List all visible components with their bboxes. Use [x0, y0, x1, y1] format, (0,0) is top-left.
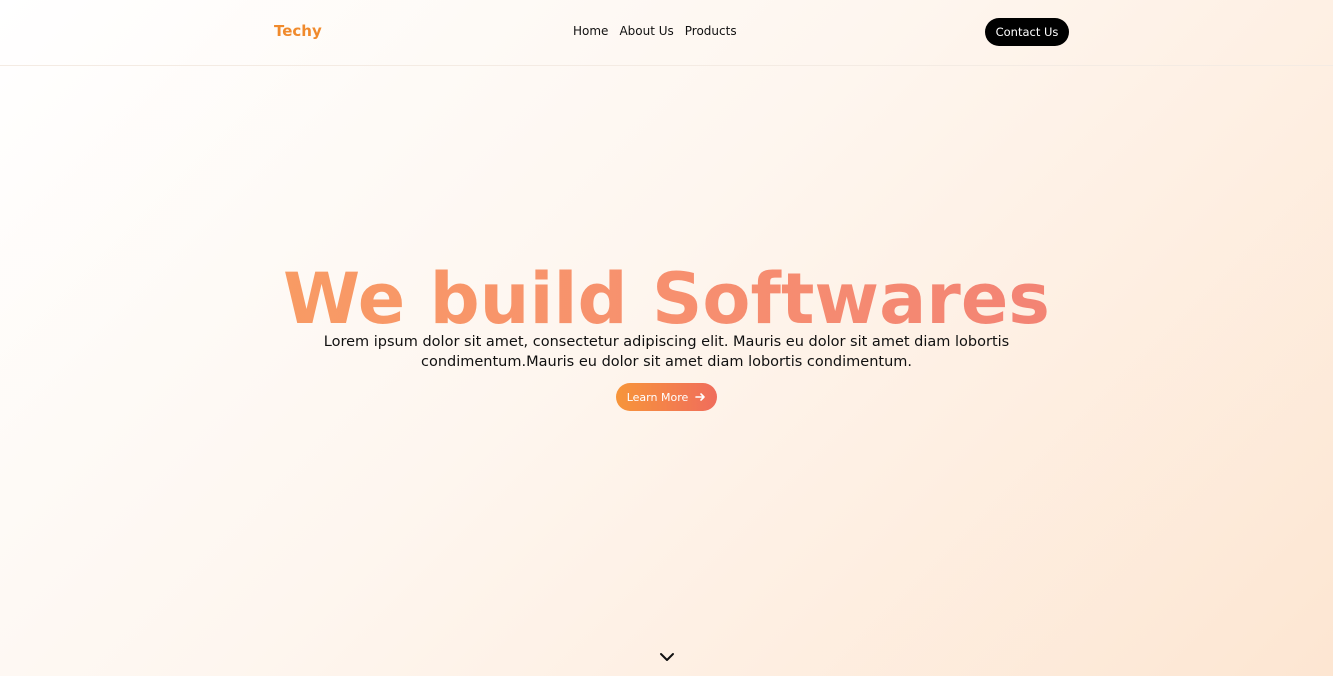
chevron-down-icon[interactable] — [658, 650, 676, 664]
nav-link-products[interactable]: Products — [685, 24, 737, 38]
navbar: Techy Home About Us Products Contact Us — [0, 0, 1333, 66]
brand-logo[interactable]: Techy — [274, 22, 322, 40]
nav-links: Home About Us Products — [573, 24, 737, 38]
contact-us-button[interactable]: Contact Us — [985, 18, 1069, 46]
learn-more-button[interactable]: Learn More — [616, 383, 717, 411]
hero-title: We build Softwares — [0, 255, 1333, 343]
learn-more-label: Learn More — [626, 390, 689, 404]
hero-subtitle: Lorem ipsum dolor sit amet, consectetur … — [323, 334, 1010, 370]
nav-link-home[interactable]: Home — [573, 24, 608, 38]
nav-link-about-us[interactable]: About Us — [619, 24, 673, 38]
arrow-right-icon — [694, 391, 706, 403]
